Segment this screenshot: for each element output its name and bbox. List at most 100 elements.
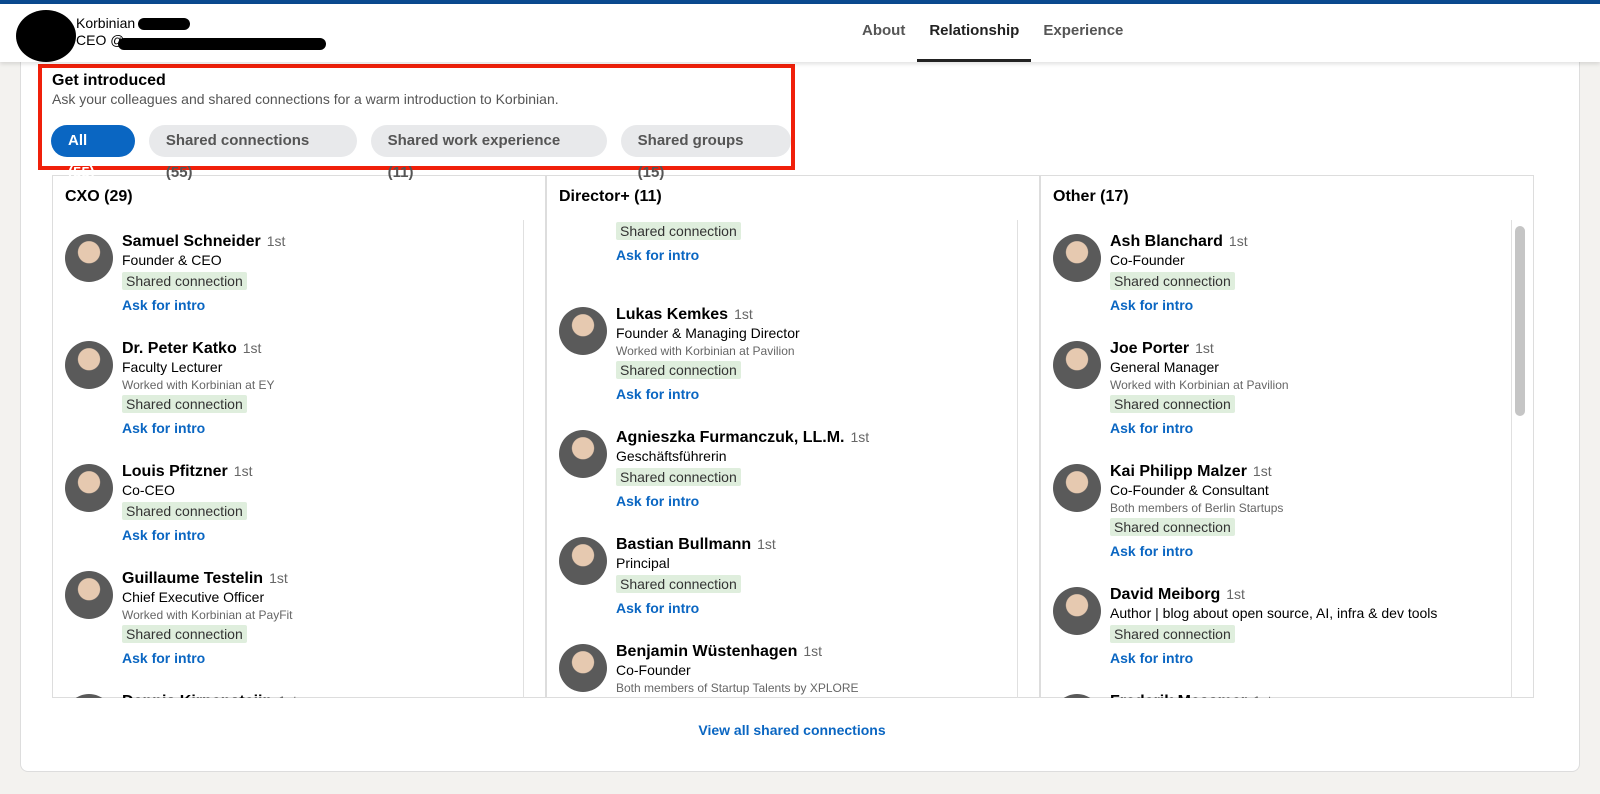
list-item: Kai Philipp Malzer 1st Co-Founder & Consul… bbox=[1041, 450, 1511, 573]
profile-title: CEO @ bbox=[76, 32, 125, 48]
profile-avatar bbox=[16, 10, 76, 62]
shared-connection-badge: Shared connection bbox=[1110, 518, 1235, 536]
person-avatar[interactable] bbox=[65, 571, 113, 619]
person-name[interactable]: Samuel Schneider bbox=[122, 233, 261, 250]
person-avatar[interactable] bbox=[1053, 694, 1101, 698]
person-name[interactable]: Frederik Messmer bbox=[1110, 693, 1247, 698]
person-name[interactable]: Ash Blanchard bbox=[1110, 233, 1223, 250]
person-avatar[interactable] bbox=[1053, 341, 1101, 389]
filter-shared-work-experience[interactable]: Shared work experience (11) bbox=[370, 125, 607, 181]
connection-degree: 1st bbox=[242, 340, 262, 356]
shared-connection-badge: Shared connection bbox=[616, 222, 741, 240]
person-avatar[interactable] bbox=[559, 430, 607, 478]
ask-for-intro-link[interactable]: Ask for intro bbox=[1110, 420, 1511, 436]
ask-for-intro-link[interactable]: Ask for intro bbox=[1110, 297, 1511, 313]
person-avatar[interactable] bbox=[65, 464, 113, 512]
person-name[interactable]: David Meiborg bbox=[1110, 586, 1220, 603]
ask-for-intro-link[interactable]: Ask for intro bbox=[616, 386, 1017, 402]
person-name[interactable]: Kai Philipp Malzer bbox=[1110, 463, 1247, 480]
connection-degree: 1st bbox=[266, 233, 286, 249]
scrollbar[interactable] bbox=[1515, 226, 1525, 416]
ask-for-intro-link[interactable]: Ask for intro bbox=[122, 297, 523, 313]
column-2: Other (17) Ash Blanchard 1st Co-Founder Sha… bbox=[1040, 175, 1534, 698]
filter-shared-connections[interactable]: Shared connections (55) bbox=[148, 125, 357, 181]
connection-degree: 1st bbox=[757, 536, 776, 552]
person-name[interactable]: Agnieszka Furmanczuk, LL.M. bbox=[616, 429, 844, 446]
tab-about[interactable]: About bbox=[850, 4, 917, 62]
person-avatar[interactable] bbox=[65, 234, 113, 282]
ask-for-intro-link[interactable]: Ask for intro bbox=[616, 247, 1017, 263]
column-title: CXO (29) bbox=[65, 188, 133, 205]
person-title: Chief Executive Officer bbox=[122, 589, 265, 605]
list-item: Shared connection Ask for intro bbox=[547, 220, 1017, 293]
filter-shared-groups[interactable]: Shared groups (15) bbox=[620, 125, 791, 181]
ask-for-intro-link[interactable]: Ask for intro bbox=[1110, 650, 1511, 666]
person-avatar[interactable] bbox=[1053, 587, 1101, 635]
person-name[interactable]: Lukas Kemkes bbox=[616, 306, 728, 323]
person-title: Co-CEO bbox=[122, 482, 175, 498]
person-avatar[interactable] bbox=[1053, 464, 1101, 512]
person-name[interactable]: Dennis Kirpensteijn bbox=[122, 693, 272, 698]
connection-degree: 1st bbox=[803, 643, 823, 659]
shared-connection-badge: Shared connection bbox=[1110, 625, 1235, 643]
shared-connection-badge: Shared connection bbox=[616, 361, 741, 379]
person-name[interactable]: Joe Porter bbox=[1110, 340, 1189, 357]
person-avatar[interactable] bbox=[65, 341, 113, 389]
shared-connection-badge: Shared connection bbox=[616, 468, 741, 486]
connection-degree: 1st bbox=[1253, 693, 1272, 698]
list-item: Benjamin Wüstenhagen 1st Co-Founder Both me… bbox=[547, 630, 1017, 698]
list-item: Frederik Messmer 1st bbox=[1041, 680, 1511, 698]
shared-context: Worked with Korbinian at EY bbox=[122, 378, 275, 392]
connection-list: Samuel Schneider 1st Founder & CEO Shared c… bbox=[53, 220, 524, 698]
connection-list: Ash Blanchard 1st Co-Founder Shared connect… bbox=[1041, 220, 1512, 698]
list-item: Joe Porter 1st General Manager Worked with … bbox=[1041, 327, 1511, 450]
filter-all[interactable]: All (55) bbox=[51, 125, 135, 181]
person-title: Principal bbox=[616, 555, 670, 571]
person-title: Founder & CEO bbox=[122, 252, 222, 268]
connection-degree: 1st bbox=[1226, 586, 1245, 602]
ask-for-intro-link[interactable]: Ask for intro bbox=[122, 527, 523, 543]
connection-degree: 1st bbox=[734, 306, 753, 322]
list-item: Ash Blanchard 1st Co-Founder Shared connect… bbox=[1041, 220, 1511, 327]
column-0: CXO (29) Samuel Schneider 1st Founder & CE… bbox=[52, 175, 561, 698]
shared-context: Both members of Startup Talents by XPLOR… bbox=[616, 681, 859, 695]
section-subtitle: Ask your colleagues and shared connectio… bbox=[52, 91, 559, 107]
person-name[interactable]: Benjamin Wüstenhagen bbox=[616, 643, 797, 660]
list-item: Guillaume Testelin 1st Chief Executive Off… bbox=[53, 557, 523, 680]
list-item: Lukas Kemkes 1st Founder & Managing Direct… bbox=[547, 293, 1017, 416]
shared-connection-badge: Shared connection bbox=[1110, 272, 1235, 290]
person-name[interactable]: Guillaume Testelin bbox=[122, 570, 263, 587]
tab-experience[interactable]: Experience bbox=[1031, 4, 1135, 62]
view-all-shared-connections-link[interactable]: View all shared connections bbox=[0, 722, 1584, 738]
person-name[interactable]: Bastian Bullmann bbox=[616, 536, 751, 553]
section-title: Get introduced bbox=[52, 72, 166, 89]
connection-degree: 1st bbox=[1195, 340, 1214, 356]
shared-context: Worked with Korbinian at Pavilion bbox=[616, 344, 795, 358]
ask-for-intro-link[interactable]: Ask for intro bbox=[616, 493, 1017, 509]
person-avatar[interactable] bbox=[559, 537, 607, 585]
ask-for-intro-link[interactable]: Ask for intro bbox=[122, 420, 523, 436]
shared-connection-badge: Shared connection bbox=[122, 395, 247, 413]
person-title: Geschäftsführerin bbox=[616, 448, 727, 464]
person-avatar[interactable] bbox=[559, 644, 607, 692]
person-title: Co-Founder & Consultant bbox=[1110, 482, 1269, 498]
ask-for-intro-link[interactable]: Ask for intro bbox=[616, 600, 1017, 616]
person-avatar[interactable] bbox=[1053, 234, 1101, 282]
ask-for-intro-link[interactable]: Ask for intro bbox=[122, 650, 523, 666]
person-avatar[interactable] bbox=[65, 694, 113, 698]
person-name[interactable]: Dr. Peter Katko bbox=[122, 340, 237, 357]
shared-context: Worked with Korbinian at Pavilion bbox=[1110, 378, 1289, 392]
shared-context: Both members of Berlin Startups bbox=[1110, 501, 1284, 515]
list-item: Dr. Peter Katko 1st Faculty Lecturer Worked… bbox=[53, 327, 523, 450]
person-name[interactable]: Louis Pfitzner bbox=[122, 463, 228, 480]
ask-for-intro-link[interactable]: Ask for intro bbox=[1110, 543, 1511, 559]
person-avatar[interactable] bbox=[559, 307, 607, 355]
profile-tabs: About Relationship Experience bbox=[850, 4, 1135, 62]
list-item: David Meiborg 1st Author | blog about open… bbox=[1041, 573, 1511, 680]
tab-relationship[interactable]: Relationship bbox=[917, 4, 1032, 62]
person-title: Faculty Lecturer bbox=[122, 359, 223, 375]
list-item: Agnieszka Furmanczuk, LL.M. 1st Geschäftsf… bbox=[547, 416, 1017, 523]
get-introduced-section: Get introduced Ask your colleagues and s… bbox=[38, 64, 795, 181]
connection-degree: 1st bbox=[269, 570, 288, 586]
connection-list: Shared connection Ask for intro Lukas Kem… bbox=[547, 220, 1018, 698]
